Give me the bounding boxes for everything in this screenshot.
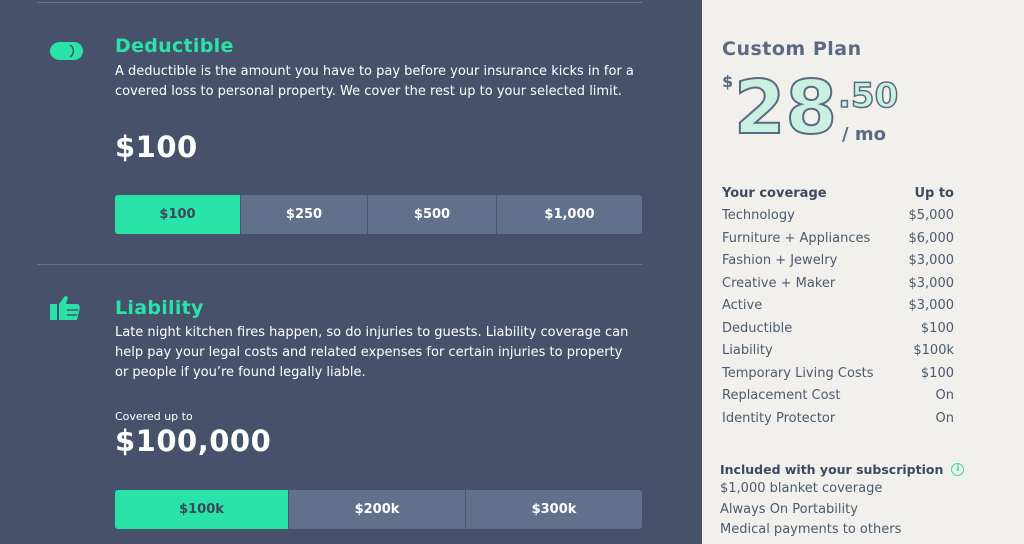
coverage-header-row: Your coverage Up to bbox=[722, 182, 954, 205]
liability-title: Liability bbox=[115, 297, 204, 319]
coverage-header: Your coverage bbox=[722, 185, 827, 201]
deductible-option-1000[interactable]: $1,000 bbox=[497, 195, 642, 234]
coverage-row: Temporary Living Costs $100 bbox=[722, 362, 954, 385]
coverage-value: $100k bbox=[913, 343, 954, 359]
upto-header: Up to bbox=[914, 185, 954, 201]
coverage-name: Creative + Maker bbox=[722, 275, 836, 291]
deductible-option-100[interactable]: $100 bbox=[115, 195, 241, 234]
coverage-row: Identity Protector On bbox=[722, 407, 954, 430]
coverage-name: Identity Protector bbox=[722, 410, 836, 426]
liability-amount: $100,000 bbox=[115, 424, 272, 458]
liability-covered-label: Covered up to bbox=[115, 410, 193, 423]
coverage-row: Replacement Cost On bbox=[722, 385, 954, 408]
coverage-row: Furniture + Appliances $6,000 bbox=[722, 227, 954, 250]
deductible-title: Deductible bbox=[115, 35, 234, 57]
coverage-table: Your coverage Up to Technology $5,000 Fur… bbox=[722, 182, 954, 430]
coverage-name: Temporary Living Costs bbox=[722, 365, 874, 381]
deductible-selector: $100 $250 $500 $1,000 bbox=[115, 195, 642, 234]
coverage-row: Active $3,000 bbox=[722, 295, 954, 318]
coverage-name: Active bbox=[722, 298, 763, 314]
plan-summary-sidebar: Custom Plan $ 28 .50 / mo Your coverage … bbox=[702, 0, 1024, 544]
coverage-name: Technology bbox=[722, 208, 795, 224]
coverage-name: Fashion + Jewelry bbox=[722, 253, 838, 269]
coverage-value: $3,000 bbox=[908, 253, 955, 269]
coverage-value: $5,000 bbox=[908, 208, 955, 224]
deductible-option-250[interactable]: $250 bbox=[241, 195, 368, 234]
coverage-row: Technology $5,000 bbox=[722, 205, 954, 228]
included-item: Medical payments to others bbox=[720, 522, 902, 537]
coverage-name: Furniture + Appliances bbox=[722, 230, 871, 246]
coverage-row: Creative + Maker $3,000 bbox=[722, 272, 954, 295]
liability-description: Late night kitchen fires happen, so do i… bbox=[115, 325, 629, 380]
coverage-name: Replacement Cost bbox=[722, 388, 841, 404]
coverage-row: Liability $100k bbox=[722, 340, 954, 363]
liability-option-300k[interactable]: $300k bbox=[466, 490, 642, 529]
coverage-value: $3,000 bbox=[908, 298, 955, 314]
included-section: Included with your subscription i $1,000… bbox=[720, 459, 980, 541]
coverage-row: Deductible $100 bbox=[722, 317, 954, 340]
deductible-amount: $100 bbox=[115, 130, 198, 164]
included-item: Always On Portability bbox=[720, 501, 858, 517]
coverage-row: Fashion + Jewelry $3,000 bbox=[722, 250, 954, 273]
liability-selector: $100k $200k $300k bbox=[115, 490, 642, 529]
coverage-name: Deductible bbox=[722, 320, 793, 336]
price-dollars: 28 bbox=[733, 65, 838, 151]
price-period: / mo bbox=[842, 124, 886, 145]
plan-title: Custom Plan bbox=[722, 38, 862, 60]
coverage-value: $100 bbox=[920, 320, 954, 336]
coverage-value: $3,000 bbox=[908, 275, 955, 291]
price-cents: .50 bbox=[837, 75, 899, 117]
included-header: Included with your subscription bbox=[720, 461, 944, 477]
coverage-value: On bbox=[935, 410, 954, 426]
deductible-description: A deductible is the amount you have to p… bbox=[115, 64, 634, 99]
included-item: $1,000 blanket coverage bbox=[720, 481, 883, 496]
coverage-name: Liability bbox=[722, 343, 773, 359]
main-panel: Deductible A deductible is the amount yo… bbox=[0, 0, 702, 544]
coins-icon bbox=[48, 38, 86, 68]
section-divider bbox=[37, 264, 642, 265]
liability-option-200k[interactable]: $200k bbox=[289, 490, 466, 529]
liability-option-100k[interactable]: $100k bbox=[115, 490, 289, 529]
coverage-value: $6,000 bbox=[908, 230, 955, 246]
coverage-value: On bbox=[935, 388, 954, 404]
coverage-value: $100 bbox=[920, 365, 954, 381]
top-divider bbox=[37, 2, 642, 3]
price-currency: $ bbox=[722, 72, 734, 91]
deductible-option-500[interactable]: $500 bbox=[368, 195, 497, 234]
info-icon[interactable]: i bbox=[951, 462, 965, 476]
thumbs-up-icon bbox=[48, 294, 84, 328]
included-header-row: Included with your subscription i bbox=[720, 459, 980, 479]
